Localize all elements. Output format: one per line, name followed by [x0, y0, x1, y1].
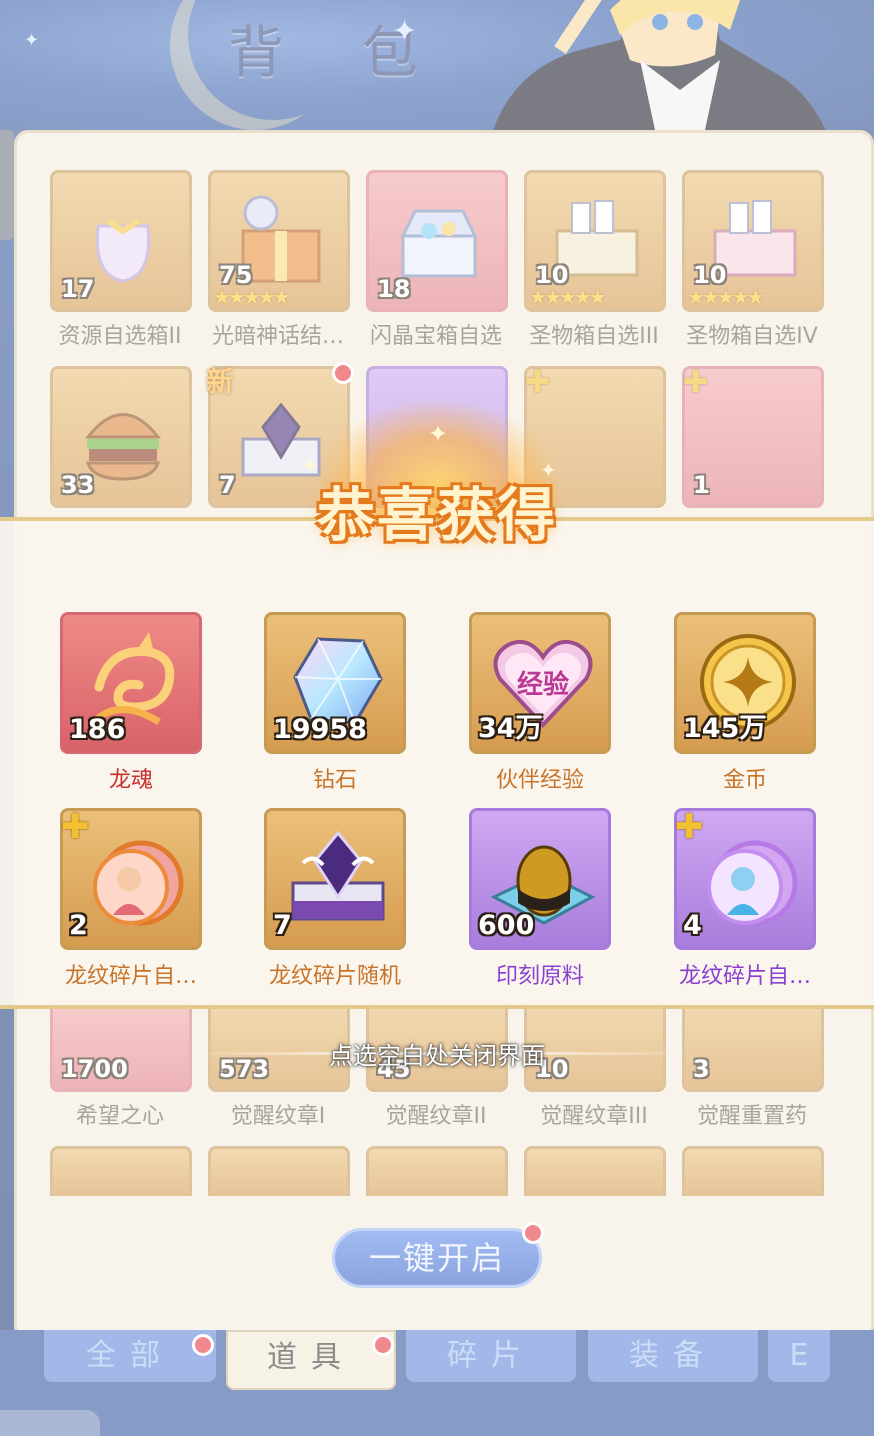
- reward-name: 龙纹碎片自…: [678, 964, 811, 989]
- reward-name: 钻石: [312, 768, 357, 793]
- reward-slot[interactable]: 经验 34万: [469, 612, 611, 754]
- close-hint: 点选空白处关闭界面: [329, 1042, 545, 1070]
- reward-name: 伙伴经验: [495, 768, 584, 793]
- sparkle-icon: ✦: [540, 458, 557, 482]
- fragment-icon: [93, 840, 184, 926]
- reward-slot[interactable]: 600: [469, 808, 611, 950]
- sparkle-icon: ✦: [300, 452, 321, 480]
- reward-name: 印刻原料: [495, 964, 584, 989]
- reward-slot[interactable]: 19958: [264, 612, 406, 754]
- reward-title: 恭喜获得: [316, 481, 557, 549]
- game-screen: 背 包 ✦ ✦ 17 资源自选箱II ★★★★★ 75 光暗神话结… 18 闪晶…: [0, 0, 874, 1436]
- reward-slot[interactable]: 7: [264, 808, 406, 950]
- reward-slot[interactable]: ✚ 2: [60, 807, 202, 950]
- chest-icon: [291, 830, 385, 921]
- fragment-icon: [707, 840, 798, 926]
- reward-name: 金币: [722, 768, 767, 793]
- exp-label: 经验: [517, 669, 569, 700]
- reward-name: 龙魂: [108, 768, 153, 793]
- puzzle-icon: ✚: [61, 807, 90, 847]
- reward-name: 龙纹碎片随机: [268, 964, 401, 989]
- puzzle-icon: ✚: [675, 807, 704, 847]
- reward-slot[interactable]: 145万: [674, 612, 816, 754]
- reward-slot[interactable]: ✚ 4: [674, 807, 816, 950]
- reward-name: 龙纹碎片自…: [64, 964, 197, 989]
- sparkle-icon: ✦: [428, 420, 449, 448]
- reward-slot[interactable]: 186: [60, 612, 202, 754]
